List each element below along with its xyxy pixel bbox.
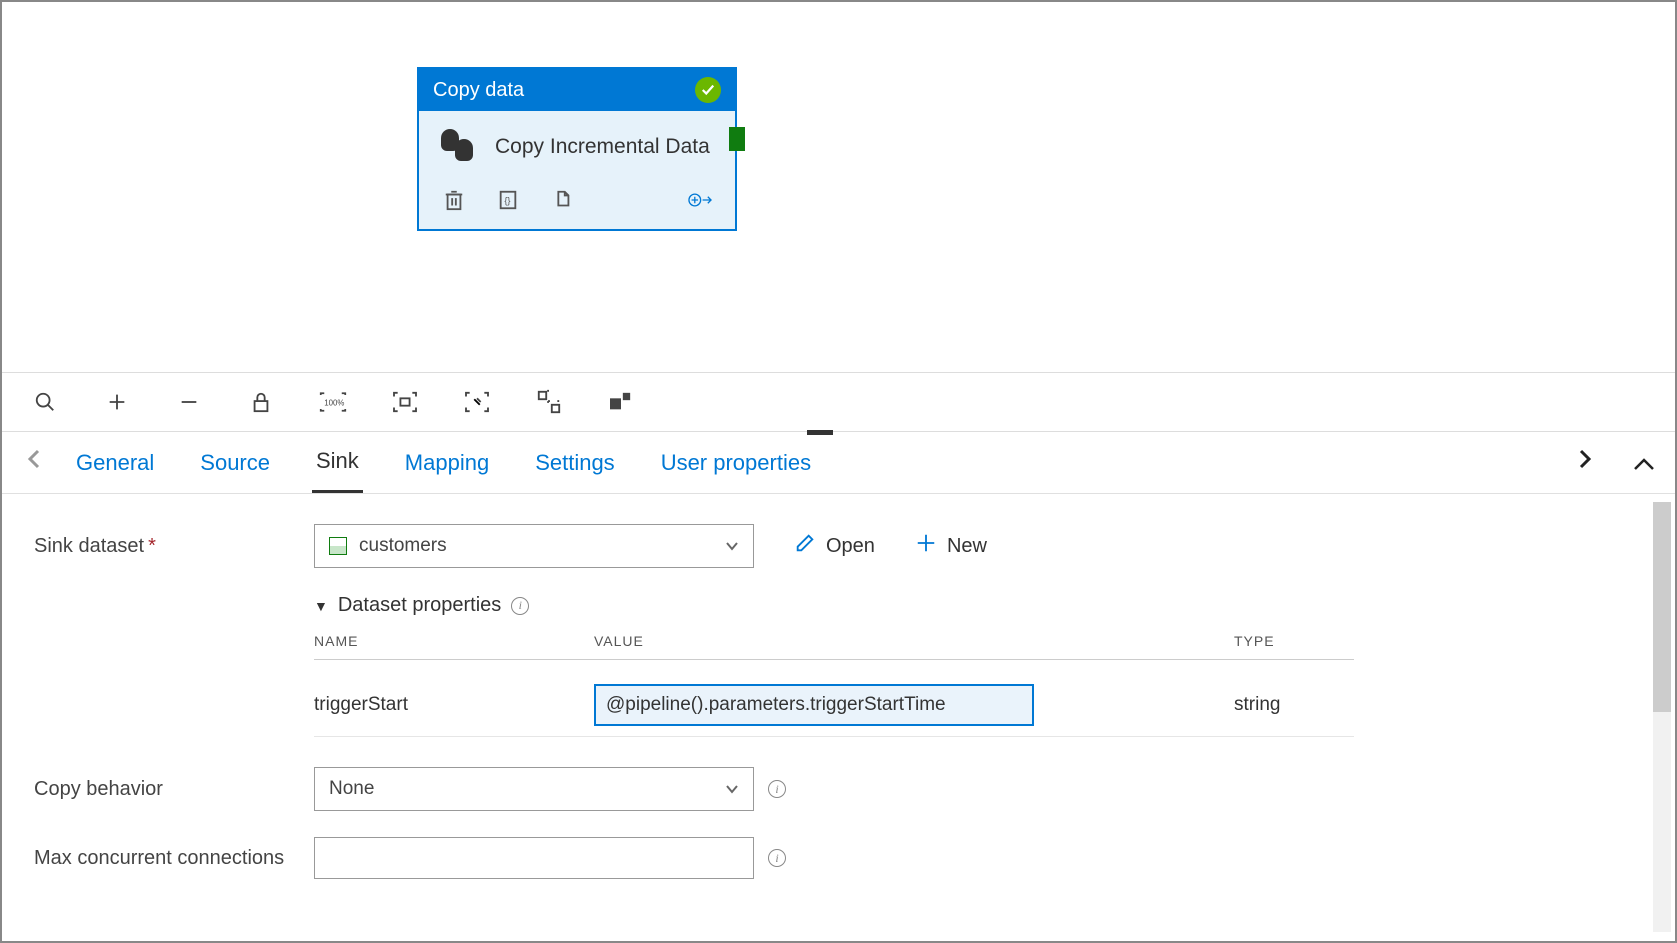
copy-behavior-dropdown[interactable]: None	[314, 767, 754, 811]
copy-behavior-row: Copy behavior None i	[34, 767, 1643, 811]
vertical-scrollbar[interactable]	[1653, 502, 1671, 932]
tab-general[interactable]: General	[72, 434, 158, 492]
max-connections-label: Max concurrent connections	[34, 847, 314, 870]
column-type: TYPE	[1234, 633, 1354, 649]
copy-data-icon	[441, 129, 477, 165]
pencil-icon	[794, 532, 816, 560]
scrollbar-thumb[interactable]	[1653, 502, 1671, 712]
canvas-toolbar: 100%	[2, 372, 1675, 432]
search-icon[interactable]	[30, 387, 60, 417]
copy-behavior-value: None	[329, 778, 374, 800]
tab-user-properties[interactable]: User properties	[657, 434, 815, 492]
auto-align-icon[interactable]	[534, 387, 564, 417]
add-output-icon[interactable]	[687, 187, 713, 213]
properties-tabs: General Source Sink Mapping Settings Use…	[2, 432, 1675, 494]
zoom-in-icon[interactable]	[102, 387, 132, 417]
sink-dataset-label: Sink dataset*	[34, 535, 314, 558]
sink-dataset-dropdown[interactable]: customers	[314, 524, 754, 568]
activity-node-copy-data[interactable]: Copy data Copy Incremental Data {}	[417, 67, 737, 231]
svg-text:100%: 100%	[324, 399, 344, 408]
delete-icon[interactable]	[441, 187, 467, 213]
chevron-down-icon	[725, 781, 739, 797]
activity-name: Copy Incremental Data	[495, 135, 710, 159]
column-value: VALUE	[594, 633, 1234, 649]
dataset-properties-header[interactable]: ▼ Dataset properties i	[314, 594, 1643, 617]
success-output-handle[interactable]	[729, 127, 745, 151]
fullscreen-icon[interactable]	[462, 387, 492, 417]
validation-success-icon	[695, 77, 721, 103]
sink-dataset-value: customers	[359, 535, 447, 557]
info-icon[interactable]: i	[768, 780, 786, 798]
activity-type-label: Copy data	[433, 79, 524, 102]
pipeline-canvas[interactable]: Copy data Copy Incremental Data {}	[2, 2, 1675, 372]
max-connections-row: Max concurrent connections i	[34, 837, 1643, 879]
activity-header: Copy data	[419, 69, 735, 111]
copy-behavior-label: Copy behavior	[34, 778, 314, 801]
param-name: triggerStart	[314, 694, 594, 716]
dataset-properties-table: NAME VALUE TYPE triggerStart string	[314, 633, 1354, 737]
sink-panel: Sink dataset* customers Open New ▼	[2, 494, 1675, 935]
plus-icon	[915, 532, 937, 560]
chevron-down-icon	[725, 538, 739, 554]
activity-actions: {}	[419, 173, 735, 229]
column-name: NAME	[314, 633, 594, 649]
sink-dataset-row: Sink dataset* customers Open New	[34, 524, 1643, 568]
clone-icon[interactable]	[549, 187, 575, 213]
tab-settings[interactable]: Settings	[531, 434, 619, 492]
fit-screen-icon[interactable]	[390, 387, 420, 417]
collapse-triangle-icon: ▼	[314, 598, 328, 614]
tabs-scroll-right-icon[interactable]	[1577, 447, 1593, 478]
tab-source[interactable]: Source	[196, 434, 274, 492]
svg-text:{}: {}	[504, 196, 510, 206]
table-row: triggerStart string	[314, 674, 1354, 737]
activity-body: Copy Incremental Data	[419, 111, 735, 173]
open-dataset-button[interactable]: Open	[794, 532, 875, 560]
lock-icon[interactable]	[246, 387, 276, 417]
param-value-input[interactable]	[594, 684, 1034, 726]
info-icon[interactable]: i	[511, 597, 529, 615]
code-icon[interactable]: {}	[495, 187, 521, 213]
tabs-scroll-left-icon[interactable]	[26, 447, 42, 478]
tab-sink[interactable]: Sink	[312, 432, 363, 493]
zoom-out-icon[interactable]	[174, 387, 204, 417]
new-dataset-button[interactable]: New	[915, 532, 987, 560]
dataset-properties-section: ▼ Dataset properties i NAME VALUE TYPE t…	[314, 594, 1643, 737]
tab-mapping[interactable]: Mapping	[401, 434, 493, 492]
param-type: string	[1234, 694, 1354, 716]
dataset-type-icon	[329, 537, 347, 555]
zoom-reset-icon[interactable]: 100%	[318, 387, 348, 417]
max-connections-input[interactable]	[314, 837, 754, 879]
info-icon[interactable]: i	[768, 849, 786, 867]
minimap-icon[interactable]	[606, 387, 636, 417]
collapse-panel-icon[interactable]	[1633, 447, 1655, 478]
